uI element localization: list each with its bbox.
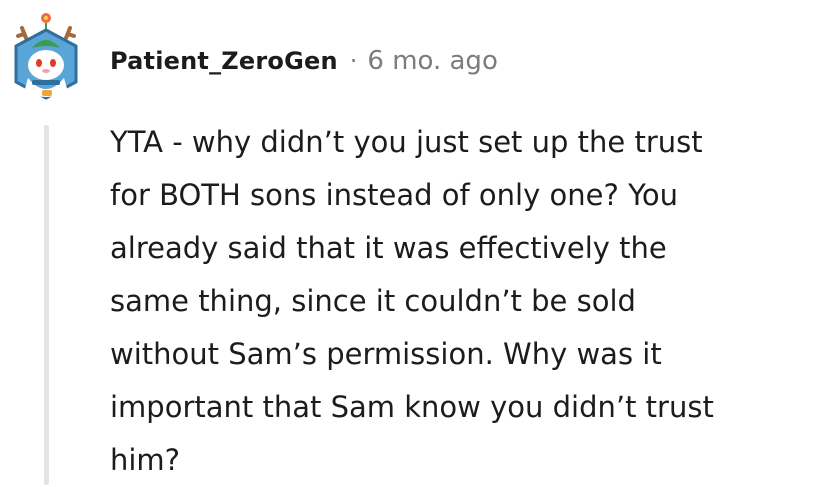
comment-body-line: for BOTH sons instead of only one? You	[110, 178, 679, 212]
comment-body-line: already said that it was effectively the	[110, 231, 667, 265]
comment: Patient_ZeroGen · 6 mo. ago YTA - why di…	[0, 0, 835, 485]
comment-body: YTA - why didn’t you just set up the tru…	[110, 116, 810, 487]
comment-timestamp[interactable]: 6 mo. ago	[367, 46, 497, 76]
comment-body-line: important that Sam know you didn’t trust	[110, 390, 714, 424]
comment-body-line: YTA - why didn’t you just set up the tru…	[110, 125, 703, 159]
comment-body-line: same thing, since it couldn’t be sold	[110, 284, 636, 318]
comment-body-line: without Sam’s permission. Why was it	[110, 337, 662, 371]
meta-separator: ·	[349, 46, 358, 75]
thread-line[interactable]	[44, 125, 49, 485]
user-avatar[interactable]	[10, 10, 90, 105]
snoo-reindeer-avatar-icon	[14, 13, 78, 100]
comment-body-line: him?	[110, 443, 181, 477]
comment-header: Patient_ZeroGen · 6 mo. ago	[10, 10, 498, 105]
comment-meta: Patient_ZeroGen · 6 mo. ago	[110, 46, 498, 76]
username-link[interactable]: Patient_ZeroGen	[110, 47, 338, 75]
